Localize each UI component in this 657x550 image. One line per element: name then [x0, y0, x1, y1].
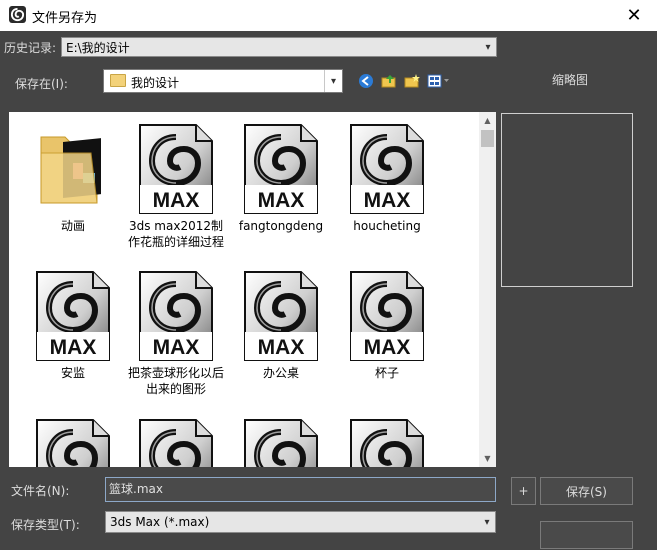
file-item[interactable]: MAX fangtongdeng	[231, 123, 331, 234]
max-file-icon: MAX	[243, 123, 319, 215]
file-item[interactable]: MAX 3ds max2012制作花瓶的详细过程	[126, 123, 226, 250]
max-badge: MAX	[364, 189, 411, 212]
back-icon	[359, 74, 373, 88]
3dsmax-app-icon	[9, 6, 26, 23]
file-name: houcheting	[353, 219, 421, 233]
file-item[interactable]: MAX	[231, 418, 331, 467]
max-file-graphic: MAX	[244, 271, 318, 361]
max-file-icon: MAX	[349, 270, 425, 362]
max-file-graphic: MAX	[244, 124, 318, 214]
max-file-icon: MAX	[243, 418, 319, 467]
max-file-icon: MAX	[138, 270, 214, 362]
max-file-graphic: MAX	[139, 419, 213, 467]
max-file-graphic: MAX	[350, 124, 424, 214]
scrollbar-thumb[interactable]	[481, 130, 494, 147]
save-in-dropdown[interactable]: 我的设计 ▾	[103, 69, 343, 93]
back-button[interactable]	[356, 71, 376, 91]
file-item[interactable]: MAX	[23, 418, 123, 467]
max-file-graphic: MAX	[36, 419, 110, 467]
file-name: 把茶壶球形化以后出来的图形	[128, 366, 225, 396]
new-folder-icon	[404, 74, 420, 88]
folder-item[interactable]: 动画	[23, 123, 123, 234]
file-name: 杯子	[374, 366, 399, 380]
max-file-icon: MAX	[349, 123, 425, 215]
history-dropdown[interactable]: E:\我的设计 ▾	[61, 37, 497, 57]
file-item[interactable]: MAX houcheting	[337, 123, 437, 234]
filetype-label: 保存类型(T):	[11, 518, 80, 532]
max-file-graphic: MAX	[36, 271, 110, 361]
increment-label: +	[518, 484, 529, 498]
filetype-value: 3ds Max (*.max)	[110, 515, 210, 529]
view-menu-icon	[427, 74, 449, 88]
cancel-button[interactable]	[540, 521, 633, 549]
file-list[interactable]: 动画 MAX 3ds max2012制作花瓶的详细过程 MAX fangtong…	[9, 112, 496, 467]
file-name: 安监	[60, 366, 85, 380]
filename-label: 文件名(N):	[11, 484, 70, 498]
max-badge: MAX	[50, 336, 97, 359]
max-file-icon: MAX	[35, 270, 111, 362]
file-item[interactable]: MAX 把茶壶球形化以后出来的图形	[126, 270, 226, 397]
file-item[interactable]: MAX 办公桌	[231, 270, 331, 381]
close-button[interactable]: ✕	[611, 0, 657, 30]
file-item[interactable]: MAX 杯子	[337, 270, 437, 381]
thumbnail-preview	[501, 113, 633, 287]
max-file-icon: MAX	[138, 418, 214, 467]
save-button[interactable]: 保存(S)	[540, 477, 633, 505]
file-name: 动画	[60, 219, 85, 233]
new-folder-button[interactable]	[402, 71, 422, 91]
max-file-graphic: MAX	[350, 419, 424, 467]
view-menu-button[interactable]	[426, 71, 452, 91]
up-folder-icon	[381, 75, 396, 88]
file-name: fangtongdeng	[238, 219, 324, 233]
save-label: 保存(S)	[566, 484, 607, 499]
thumbnail-label: 缩略图	[552, 73, 589, 87]
save-in-label: 保存在(I):	[15, 77, 68, 91]
up-folder-button[interactable]	[379, 71, 399, 91]
max-file-icon: MAX	[243, 270, 319, 362]
max-file-graphic: MAX	[139, 271, 213, 361]
max-file-graphic: MAX	[350, 271, 424, 361]
file-item[interactable]: MAX	[337, 418, 437, 467]
scroll-down-icon[interactable]: ▼	[479, 450, 496, 467]
max-badge: MAX	[258, 336, 305, 359]
chevron-down-icon: ▾	[485, 41, 491, 53]
folder-icon	[110, 74, 126, 87]
scroll-up-icon[interactable]: ▲	[479, 112, 496, 129]
increment-button[interactable]: +	[511, 477, 536, 505]
file-name: 办公桌	[262, 366, 299, 380]
filename-input[interactable]: 篮球.max	[105, 477, 496, 502]
folder-icon	[35, 123, 111, 215]
history-value: E:\我的设计	[66, 41, 130, 55]
title-bar: 文件另存为 ✕	[0, 0, 657, 31]
filetype-dropdown[interactable]: 3ds Max (*.max) ▾	[105, 511, 496, 533]
chevron-down-icon: ▾	[484, 516, 490, 528]
max-file-icon: MAX	[349, 418, 425, 467]
vertical-scrollbar[interactable]: ▲ ▼	[479, 112, 496, 467]
file-item[interactable]: MAX 安监	[23, 270, 123, 381]
close-icon: ✕	[626, 4, 642, 26]
max-file-graphic: MAX	[139, 124, 213, 214]
filename-value: 篮球.max	[109, 482, 163, 496]
max-file-icon: MAX	[35, 418, 111, 467]
max-badge: MAX	[153, 336, 200, 359]
chevron-down-icon: ▾	[324, 70, 342, 92]
max-file-icon: MAX	[138, 123, 214, 215]
save-in-value: 我的设计	[131, 76, 180, 90]
file-name: 3ds max2012制作花瓶的详细过程	[128, 219, 225, 249]
max-badge: MAX	[153, 189, 200, 212]
window-title: 文件另存为	[32, 11, 98, 26]
folder-graphic	[40, 136, 101, 204]
max-file-graphic: MAX	[244, 419, 318, 467]
file-item[interactable]: MAX	[126, 418, 226, 467]
max-badge: MAX	[364, 336, 411, 359]
max-badge: MAX	[258, 189, 305, 212]
history-label: 历史记录:	[4, 41, 57, 55]
